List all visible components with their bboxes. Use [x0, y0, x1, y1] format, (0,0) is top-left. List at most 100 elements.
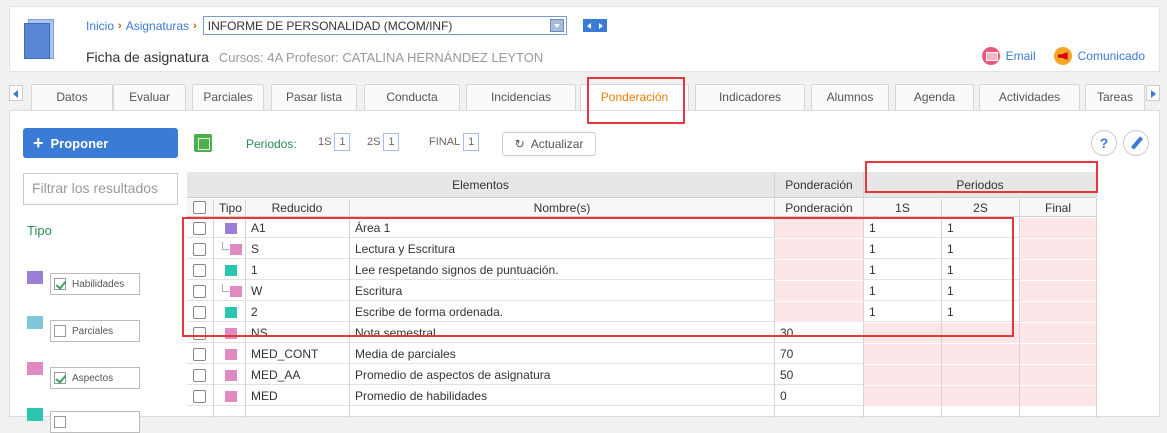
cell-final[interactable]	[1019, 260, 1096, 280]
tab-evaluar[interactable]: Evaluar	[113, 84, 186, 110]
col-ponderacion[interactable]: Ponderación	[775, 199, 863, 217]
tab-conducta[interactable]: Conducta	[364, 84, 460, 110]
col-1s[interactable]: 1S	[864, 199, 941, 217]
cell-1s[interactable]	[863, 365, 941, 385]
col-2s[interactable]: 2S	[942, 199, 1019, 217]
filter-parciales-checkbox[interactable]: Parciales	[50, 320, 140, 342]
cell-final[interactable]	[1019, 365, 1096, 385]
row-checkbox[interactable]	[193, 222, 206, 235]
cell-ponderacion[interactable]: 30	[774, 323, 863, 343]
help-button[interactable]: ?	[1091, 130, 1117, 156]
col-nombre[interactable]: Nombre(s)	[350, 199, 774, 217]
cell-ponderacion[interactable]	[774, 218, 863, 238]
filter-indicadores-checkbox[interactable]	[50, 411, 140, 433]
tab-ponderacion[interactable]: Ponderación	[580, 84, 689, 111]
tab-parciales[interactable]: Parciales	[192, 84, 264, 110]
cell-2s[interactable]: 1	[941, 260, 1019, 280]
cell-ponderacion[interactable]: 0	[774, 386, 863, 406]
excel-export-icon[interactable]	[194, 134, 212, 152]
table-row[interactable]: MED_AA Promedio de aspectos de asignatura…	[187, 365, 1096, 385]
filter-habilidades-checkbox[interactable]: Habilidades	[50, 273, 140, 295]
tabs-scroll-right-icon[interactable]	[1146, 85, 1160, 101]
cell-final[interactable]	[1019, 239, 1096, 259]
prev-arrow-icon[interactable]	[586, 22, 591, 29]
period-2s-input[interactable]: 1	[383, 133, 400, 151]
cell-2s[interactable]	[941, 344, 1019, 364]
col-reducido[interactable]: Reducido	[245, 199, 349, 217]
period-final-input[interactable]: 1	[463, 133, 480, 151]
refresh-button[interactable]: ↻ Actualizar	[502, 132, 596, 156]
chevron-down-icon[interactable]	[549, 19, 564, 32]
cell-2s[interactable]: 1	[941, 302, 1019, 322]
tab-pasar-lista[interactable]: Pasar lista	[271, 84, 357, 110]
row-checkbox[interactable]	[193, 306, 206, 319]
row-checkbox[interactable]	[193, 285, 206, 298]
row-checkbox[interactable]	[193, 327, 206, 340]
row-checkbox[interactable]	[193, 264, 206, 277]
filter-input[interactable]: Filtrar los resultados	[23, 173, 178, 205]
cell-final[interactable]	[1019, 344, 1096, 364]
cell-ponderacion[interactable]	[774, 281, 863, 301]
table-row[interactable]: NS Nota semestral 30	[187, 323, 1096, 343]
subject-select[interactable]: INFORME DE PERSONALIDAD (MCOM/INF)	[202, 16, 567, 35]
cell-ponderacion[interactable]: 50	[774, 365, 863, 385]
select-all-checkbox[interactable]	[193, 201, 206, 214]
prev-next-subject-buttons[interactable]	[582, 19, 607, 32]
cell-ponderacion[interactable]	[774, 239, 863, 259]
breadcrumb-asignaturas-link[interactable]: Asignaturas	[126, 19, 189, 33]
tab-actividades[interactable]: Actividades	[979, 84, 1080, 110]
type-color-icon	[230, 244, 242, 255]
table-row[interactable]: A1 Área 1 11	[187, 218, 1096, 238]
cell-2s[interactable]	[941, 365, 1019, 385]
tab-alumnos[interactable]: Alumnos	[811, 84, 889, 110]
cell-1s[interactable]	[863, 323, 941, 343]
tab-bar: Datos Evaluar Parciales Pasar lista Cond…	[9, 84, 1160, 111]
edit-pencil-icon[interactable]	[1123, 130, 1149, 156]
cell-final[interactable]	[1019, 302, 1096, 322]
cell-2s[interactable]: 1	[941, 218, 1019, 238]
cell-1s[interactable]	[863, 386, 941, 406]
cell-2s[interactable]: 1	[941, 239, 1019, 259]
table-row[interactable]: W Escritura 1 1	[187, 281, 1096, 301]
cell-final[interactable]	[1019, 386, 1096, 406]
table-row[interactable]: S Lectura y Escritura 1 1	[187, 239, 1096, 259]
cell-ponderacion[interactable]	[774, 260, 863, 280]
table-row[interactable]: MED_CONT Media de parciales 70	[187, 344, 1096, 364]
next-arrow-icon[interactable]	[598, 22, 603, 29]
row-checkbox[interactable]	[193, 390, 206, 403]
breadcrumb-home-link[interactable]: Inicio	[86, 19, 114, 33]
tab-datos[interactable]: Datos	[31, 84, 113, 110]
cell-2s[interactable]	[941, 323, 1019, 343]
table-row[interactable]: 1 Lee respetando signos de puntuación. 1 1	[187, 260, 1096, 280]
cell-ponderacion[interactable]: 70	[774, 344, 863, 364]
comunicado-button[interactable]: Comunicado	[1053, 47, 1145, 65]
tab-agenda[interactable]: Agenda	[895, 84, 974, 110]
period-1s-input[interactable]: 1	[334, 133, 351, 151]
table-row[interactable]: 2 Escribe de forma ordenada. 1 1	[187, 302, 1096, 322]
cell-final[interactable]	[1019, 218, 1096, 238]
cell-1s[interactable]: 1	[863, 260, 941, 280]
tabs-scroll-left-icon[interactable]	[9, 85, 23, 101]
col-final[interactable]: Final	[1020, 199, 1096, 217]
row-checkbox[interactable]	[193, 369, 206, 382]
tab-incidencias[interactable]: Incidencias	[466, 84, 576, 110]
cell-1s[interactable]: 1	[863, 302, 941, 322]
row-checkbox[interactable]	[193, 243, 206, 256]
table-row[interactable]: MED Promedio de habilidades 0	[187, 386, 1096, 406]
propose-button[interactable]: + Proponer	[23, 128, 178, 158]
cell-ponderacion[interactable]	[774, 302, 863, 322]
row-checkbox[interactable]	[193, 348, 206, 361]
cell-1s[interactable]: 1	[863, 218, 941, 238]
email-button[interactable]: Email	[981, 47, 1036, 65]
tab-tareas[interactable]: Tareas	[1085, 84, 1145, 110]
cell-2s[interactable]: 1	[941, 281, 1019, 301]
cell-1s[interactable]	[863, 344, 941, 364]
cell-1s[interactable]: 1	[863, 281, 941, 301]
cell-1s[interactable]: 1	[863, 239, 941, 259]
cell-final[interactable]	[1019, 323, 1096, 343]
filter-aspectos-checkbox[interactable]: Aspectos	[50, 367, 140, 389]
tab-indicadores[interactable]: Indicadores	[695, 84, 805, 110]
col-tipo[interactable]: Tipo	[213, 199, 245, 217]
cell-final[interactable]	[1019, 281, 1096, 301]
cell-2s[interactable]	[941, 386, 1019, 406]
